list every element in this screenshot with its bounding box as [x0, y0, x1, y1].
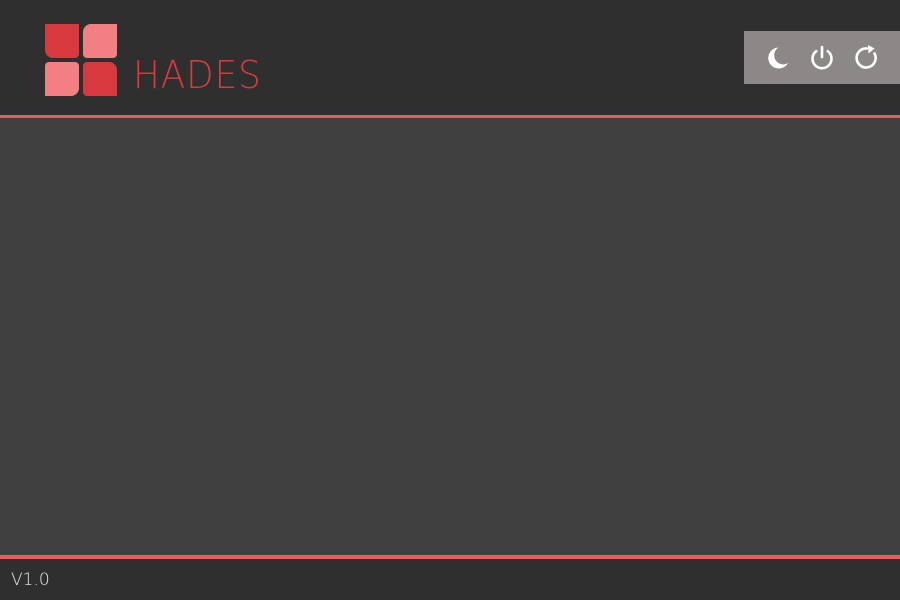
power-icon	[811, 45, 833, 70]
power-button[interactable]	[808, 44, 836, 72]
sleep-button[interactable]	[763, 44, 791, 72]
restart-icon	[855, 45, 877, 69]
moon-icon	[768, 47, 788, 69]
version-label: V1.0	[11, 570, 50, 590]
main-content-area	[0, 118, 900, 555]
app-title: HADES	[133, 53, 262, 97]
restart-button[interactable]	[853, 44, 881, 72]
hades-logo-icon	[45, 24, 117, 96]
footer: V1.0	[0, 559, 900, 600]
window-controls	[744, 31, 900, 84]
header: HADES	[0, 0, 900, 115]
